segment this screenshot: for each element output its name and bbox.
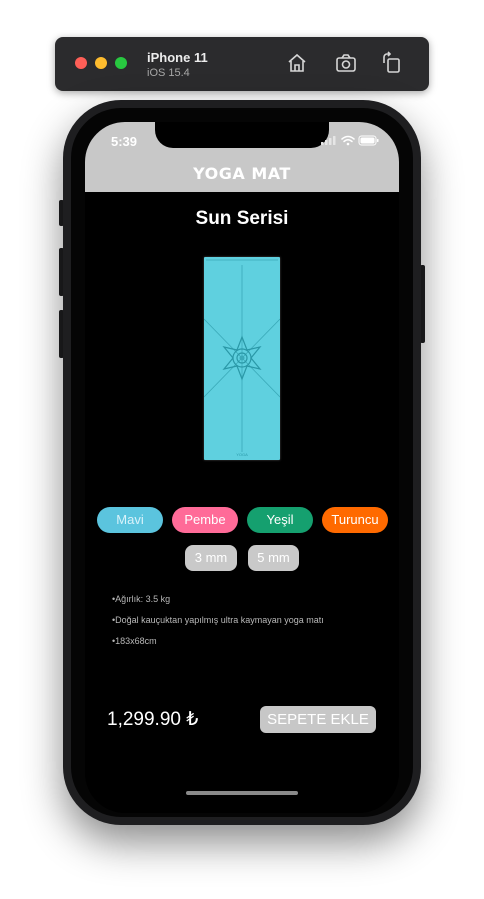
- size-option-3mm[interactable]: 3 mm: [185, 545, 237, 571]
- status-icons: [321, 134, 381, 148]
- color-option-mavi[interactable]: Mavi: [97, 507, 163, 533]
- home-icon[interactable]: [285, 51, 309, 75]
- status-time: 5:39: [111, 134, 138, 149]
- color-option-yesil[interactable]: Yeşil: [247, 507, 313, 533]
- product-title: Sun Serisi: [195, 208, 289, 229]
- wifi-icon: [341, 135, 355, 143]
- size-option-5mm[interactable]: 5 mm: [248, 545, 299, 571]
- svg-text:YOGA: YOGA: [236, 452, 248, 457]
- device-name: iPhone 11: [147, 50, 208, 65]
- close-window-button[interactable]: [75, 57, 87, 69]
- simulator-toolbar: iPhone 11 iOS 15.4: [55, 37, 429, 91]
- zoom-window-button[interactable]: [115, 57, 127, 69]
- nav-title: YOGA MAT: [193, 164, 291, 183]
- feature-item: •Doğal kauçuktan yapılmış ultra kaymayan…: [112, 615, 324, 625]
- feature-item: •Ağırlık: 3.5 kg: [112, 594, 171, 604]
- price: 1,299.90 ₺: [107, 709, 199, 730]
- yoga-mat-image: YOGA: [204, 257, 280, 460]
- add-to-cart-button[interactable]: SEPETE EKLE: [260, 706, 376, 733]
- notch: [155, 122, 329, 148]
- feature-item: •183x68cm: [112, 636, 157, 646]
- rotate-icon[interactable]: [379, 51, 403, 75]
- minimize-window-button[interactable]: [95, 57, 107, 69]
- signal-icon: [321, 136, 336, 145]
- color-option-turuncu[interactable]: Turuncu: [322, 507, 388, 533]
- app-screen: 5:39 YOGA MAT Sun Serisi YOGA Mavi Pembe…: [85, 122, 399, 813]
- battery-icon: [358, 135, 379, 146]
- color-option-pembe[interactable]: Pembe: [172, 507, 238, 533]
- navigation-bar: 5:39 YOGA MAT: [85, 122, 399, 192]
- os-version: iOS 15.4: [147, 67, 190, 79]
- screenshot-icon[interactable]: [334, 51, 358, 75]
- home-indicator[interactable]: [186, 791, 298, 795]
- feature-list: •Ağırlık: 3.5 kg •Doğal kauçuktan yapılm…: [112, 594, 324, 657]
